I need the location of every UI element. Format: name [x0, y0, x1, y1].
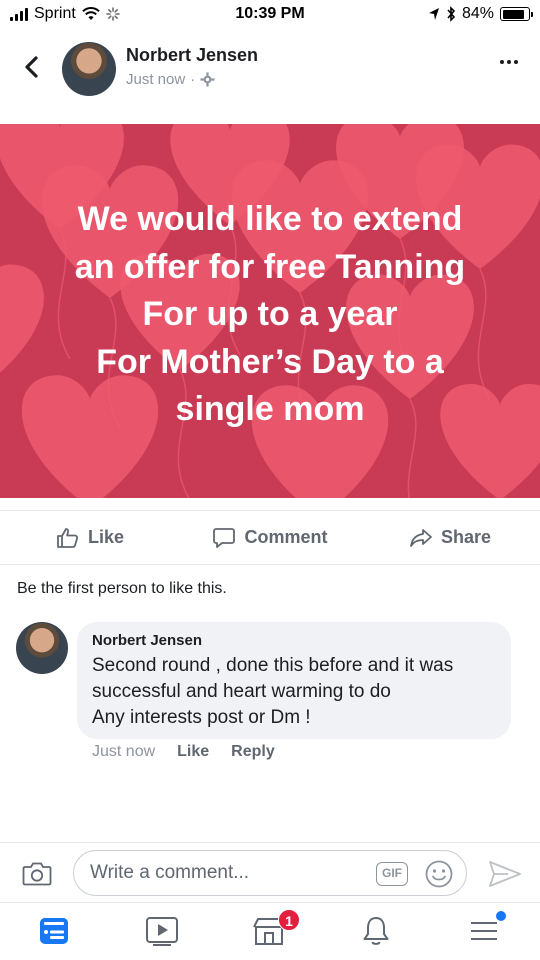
new-indicator-dot — [496, 911, 506, 921]
likes-summary: Be the first person to like this. — [17, 580, 227, 597]
bell-icon — [363, 917, 389, 945]
gif-button[interactable]: GIF — [376, 862, 408, 886]
battery-percent: 84% — [461, 5, 494, 22]
post-background: We would like to extend an offer for fre… — [0, 124, 540, 498]
like-button[interactable]: Like — [0, 526, 180, 550]
comment-icon — [213, 527, 236, 548]
post-header: Norbert Jensen Just now · — [0, 30, 540, 122]
nav-news-feed[interactable] — [38, 915, 74, 949]
avatar[interactable] — [62, 42, 116, 96]
emoji-icon[interactable] — [424, 859, 454, 889]
notification-badge: 1 — [278, 909, 300, 931]
comment-reply-button[interactable]: Reply — [231, 743, 275, 761]
comment-composer: GIF — [0, 842, 540, 902]
battery-icon — [500, 7, 533, 21]
location-arrow-icon — [428, 8, 439, 20]
hamburger-menu-icon — [471, 922, 497, 940]
share-button[interactable]: Share — [360, 526, 540, 550]
comment-meta: Just now Like Reply — [92, 743, 275, 761]
like-label: Like — [87, 527, 125, 547]
status-bar: Sprint 10:39 PM 84% — [0, 0, 540, 30]
commenter-avatar[interactable] — [16, 622, 68, 674]
camera-icon[interactable] — [22, 859, 52, 887]
nav-marketplace[interactable]: 1 — [252, 909, 300, 949]
separator-dot: · — [190, 71, 196, 88]
video-play-icon — [146, 917, 178, 946]
gear-icon[interactable] — [200, 72, 215, 87]
share-arrow-icon — [410, 528, 432, 547]
nav-notifications[interactable] — [360, 915, 396, 949]
share-label: Share — [440, 527, 492, 547]
post-timestamp[interactable]: Just now — [126, 71, 185, 88]
post-text: We would like to extend an offer for fre… — [74, 200, 466, 428]
comment-bubble: Norbert Jensen Second round , done this … — [77, 622, 511, 739]
comment-button[interactable]: Comment — [180, 526, 360, 550]
commenter-name[interactable]: Norbert Jensen — [92, 632, 496, 649]
back-arrow-icon[interactable] — [20, 52, 44, 82]
news-feed-icon — [40, 918, 68, 944]
battery-level — [502, 9, 524, 19]
author-name[interactable]: Norbert Jensen — [126, 45, 258, 66]
more-options-button[interactable] — [500, 60, 518, 64]
comment-input-wrapper: GIF — [73, 850, 467, 896]
comment-input[interactable] — [90, 851, 370, 895]
comment-label: Comment — [244, 527, 328, 547]
nav-menu[interactable] — [468, 911, 506, 949]
thumbs-up-icon — [57, 527, 79, 548]
bluetooth-icon — [447, 6, 456, 22]
bottom-navigation: 1 — [0, 902, 540, 960]
nav-watch[interactable] — [145, 915, 181, 949]
post-meta: Just now · — [126, 71, 215, 88]
post-actions: Like Comment Share — [0, 510, 540, 565]
comment-like-button[interactable]: Like — [177, 743, 209, 761]
status-right: 84% — [428, 5, 533, 23]
comment-text: Second round , done this before and it w… — [92, 655, 454, 728]
send-icon[interactable] — [488, 859, 522, 889]
comment-timestamp: Just now — [92, 743, 156, 760]
